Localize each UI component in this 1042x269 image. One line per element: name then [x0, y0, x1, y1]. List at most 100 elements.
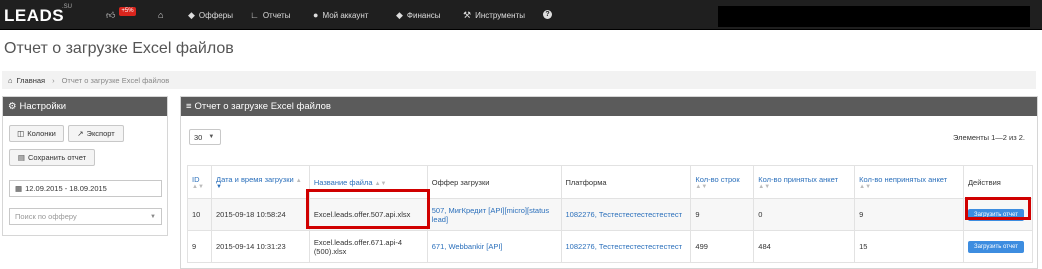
save-report-button-label: Сохранить отчет [28, 153, 87, 162]
action-highlight-box [965, 197, 1031, 220]
cell-rejected: 15 [854, 230, 964, 263]
date-range-value: 12.09.2015 - 18.09.2015 [25, 184, 107, 193]
column-header-id[interactable]: ID ▲▼ [187, 165, 212, 199]
help-button[interactable]: ? [543, 10, 552, 19]
report-panel: ≡ Отчет о загрузке Excel файлов 30 ▼ Эле… [180, 96, 1038, 269]
user-icon: ● [313, 10, 319, 20]
chevron-down-icon: ▼ [208, 134, 215, 140]
cell-rows-count: 499 [690, 230, 755, 263]
breadcrumb-separator-icon: › [52, 75, 55, 85]
thumbs-up-icon: 👍︎ [106, 10, 116, 20]
home-icon: ⌂ [158, 10, 164, 20]
sort-icon: ▲▼ [374, 180, 387, 187]
table-row: 9 2015-09-14 10:31:23 Excel.leads.offer.… [187, 230, 1034, 263]
tag-icon: ◆ [188, 10, 195, 20]
breadcrumb-home-link[interactable]: Главная [17, 76, 46, 85]
column-header-offer: Оффер загрузки [426, 165, 562, 199]
nav-item-finance[interactable]: ◆ Финансы [396, 10, 441, 21]
page-title: Отчет о загрузке Excel файлов [4, 40, 234, 57]
settings-icon: ⚙ [8, 101, 17, 112]
columns-icon: ◫ [17, 129, 25, 138]
nav-item-tools[interactable]: ⚒ Инструменты [463, 10, 525, 21]
settings-panel: ⚙ Настройки ◫ Колонки ↗ Экспорт ▤ Сохран… [2, 96, 168, 236]
rating-badge: +5% [119, 7, 136, 16]
elements-info: Элементы 1—2 из 2. [953, 133, 1025, 142]
logo[interactable]: LEADS [4, 6, 64, 26]
column-header-datetime[interactable]: Дата и время загрузки ▲ ▼ [210, 165, 310, 199]
column-header-rows[interactable]: Кол-во строк ▲▼ [690, 165, 755, 199]
columns-button[interactable]: ◫ Колонки [9, 125, 64, 142]
cell-offer-link[interactable]: 671, Webbankir [API] [426, 230, 562, 263]
columns-button-label: Колонки [27, 129, 56, 138]
column-label: Действия [967, 177, 1001, 187]
cell-rejected: 9 [854, 198, 964, 231]
column-header-platform: Платформа [560, 165, 692, 199]
cell-platform-link[interactable]: 1082276, Тестестестестестестест [560, 198, 692, 231]
user-menu-area[interactable] [718, 6, 1030, 27]
cell-datetime: 2015-09-18 10:58:24 [210, 198, 310, 231]
settings-header: ⚙ Настройки [3, 97, 167, 116]
chevron-down-icon: ▼ [150, 213, 156, 220]
nav-item-label: Офферы [198, 11, 233, 20]
calendar-icon: ▦ [15, 184, 23, 193]
column-header-accepted[interactable]: Кол-во принятых анкет ▲▼ [753, 165, 856, 199]
chart-icon: ∟ [250, 10, 259, 20]
breadcrumb: ⌂ Главная › Отчет о загрузке Excel файло… [2, 71, 1036, 89]
home-icon: ⌂ [8, 75, 13, 85]
column-label: Дата и время загрузки [215, 174, 294, 184]
nav-item-reports[interactable]: ∟ Отчеты [250, 10, 290, 20]
column-label: Платформа [565, 177, 607, 187]
list-icon: ≡ [186, 101, 192, 112]
nav-item-label: Инструменты [475, 11, 525, 20]
wrench-icon: ⚒ [463, 10, 472, 20]
tag-icon: ◆ [396, 10, 403, 20]
column-label: Оффер загрузки [431, 177, 490, 187]
cell-id: 10 [187, 198, 212, 231]
column-label: ID [192, 174, 200, 184]
help-icon: ? [543, 10, 552, 19]
column-label: Кол-во непринятых анкет [859, 174, 948, 184]
date-range-field[interactable]: ▦ 12.09.2015 - 18.09.2015 [9, 180, 162, 197]
export-button[interactable]: ↗ Экспорт [68, 125, 124, 142]
cell-offer-link[interactable]: 507, МигКредит [API][micro][status lead] [426, 198, 562, 231]
column-header-actions: Действия [962, 165, 1034, 199]
nav-item-account[interactable]: ● Мой аккаунт [313, 10, 368, 20]
export-button-label: Экспорт [86, 129, 115, 138]
nav-item-label: Отчеты [262, 10, 291, 20]
cell-datetime: 2015-09-14 10:31:23 [210, 230, 310, 263]
nav-item-label: Финансы [406, 11, 441, 20]
sort-icon: ▲▼ [192, 183, 204, 190]
column-label: Название файла [313, 177, 373, 187]
nav-item-label: Мой аккаунт [322, 10, 369, 20]
cell-accepted: 484 [753, 230, 856, 263]
download-report-button[interactable]: Загрузить отчет [967, 240, 1024, 253]
home-nav-button[interactable]: ⌂ [158, 10, 163, 20]
page-size-value: 30 [194, 132, 203, 142]
cell-actions: Загрузить отчет [962, 230, 1034, 263]
report-header: ≡ Отчет о загрузке Excel файлов [181, 97, 1037, 116]
page-size-select[interactable]: 30 ▼ [189, 129, 221, 145]
sort-icon: ▲▼ [859, 183, 872, 190]
sort-icon: ▲▼ [695, 183, 708, 190]
offer-search-placeholder: Поиск по офферу [15, 212, 77, 221]
cell-platform-link[interactable]: 1082276, Тестестестестестестест [560, 230, 692, 263]
settings-title: Настройки [19, 101, 67, 112]
top-navbar: LEADS .SU 👍︎ +5% ⌂ ◆ Офферы ∟ Отчеты ● М… [0, 0, 1042, 30]
thumbs-up-rating[interactable]: 👍︎ +5% [106, 7, 136, 21]
cell-accepted: 0 [753, 198, 856, 231]
column-header-rejected[interactable]: Кол-во непринятых анкет ▲▼ [854, 165, 964, 199]
cell-id: 9 [187, 230, 212, 263]
export-icon: ↗ [77, 129, 84, 138]
cell-rows-count: 9 [690, 198, 755, 231]
column-label: Кол-во строк [695, 174, 740, 184]
logo-suffix: .SU [62, 4, 73, 10]
save-icon: ▤ [17, 153, 26, 162]
report-title: Отчет о загрузке Excel файлов [194, 101, 331, 112]
offer-search-select[interactable]: Поиск по офферу ▼ [9, 208, 162, 225]
save-report-button[interactable]: ▤ Сохранить отчет [9, 149, 95, 166]
nav-item-offers[interactable]: ◆ Офферы [188, 10, 233, 21]
sort-desc-icon: ▼ [215, 183, 222, 190]
filename-highlight-box [306, 189, 430, 229]
sort-icon: ▲ [295, 177, 302, 184]
sort-icon: ▲▼ [758, 183, 771, 190]
